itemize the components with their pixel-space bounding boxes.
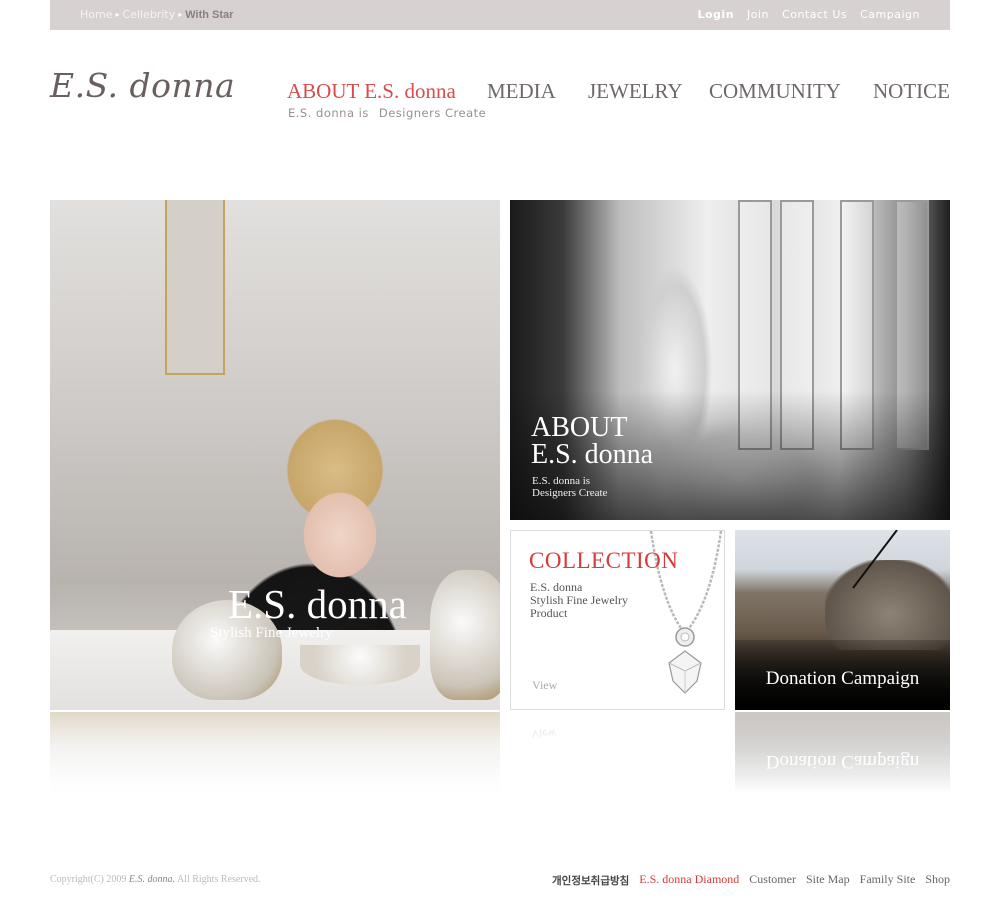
campaign-link[interactable]: Campaign bbox=[860, 8, 920, 21]
collection-reflection: View bbox=[510, 712, 725, 802]
nav-community[interactable]: COMMUNITY bbox=[709, 79, 841, 104]
collection-description: E.S. donna Stylish Fine Jewelry Product bbox=[530, 581, 628, 620]
donation-pole bbox=[852, 530, 898, 589]
hero-subtitle: Stylish Fine Jewelry bbox=[210, 625, 333, 641]
about-subtitle-line1: E.S. donna is bbox=[532, 475, 591, 487]
nav-media[interactable]: MEDIA bbox=[487, 79, 556, 104]
breadcrumb-cellebrity[interactable]: Cellebrity bbox=[123, 8, 176, 21]
nav-about[interactable]: ABOUT E.S. donna bbox=[287, 79, 456, 104]
breadcrumb: Home ▸ Cellebrity ▸ With Star bbox=[80, 8, 233, 21]
breadcrumb-current: With Star bbox=[185, 8, 234, 21]
logo[interactable]: E.S. donna bbox=[50, 66, 235, 105]
hero-teacup bbox=[300, 645, 420, 685]
nav-notice[interactable]: NOTICE bbox=[873, 79, 950, 104]
collection-card[interactable]: COLLECTION E.S. donna Stylish Fine Jewel… bbox=[510, 530, 725, 710]
footer-family-site-link[interactable]: Family Site bbox=[860, 872, 916, 888]
footer-shop-link[interactable]: Shop bbox=[925, 872, 950, 888]
copyright-brand: E.S. donna. bbox=[128, 874, 175, 885]
main-nav: ABOUT E.S. donna MEDIA JEWELRY COMMUNITY… bbox=[287, 79, 950, 103]
nav-submenu: E.S. donna is Designers Create bbox=[288, 106, 486, 120]
collection-desc-line3: Product bbox=[530, 606, 568, 620]
top-bar: Home ▸ Cellebrity ▸ With Star Login Join… bbox=[50, 0, 950, 30]
hero-title: E.S. donna bbox=[228, 581, 407, 627]
about-banner[interactable]: ABOUT E.S. donna E.S. donna is Designers… bbox=[510, 200, 950, 520]
submenu-designers-create[interactable]: Designers Create bbox=[379, 106, 486, 120]
donation-title: Donation Campaign bbox=[765, 668, 920, 689]
collection-view-reflection: View bbox=[531, 727, 557, 741]
hero-teapot-right bbox=[430, 570, 500, 700]
footer-links: 개인정보취급방침 E.S. donna Diamond Customer Sit… bbox=[552, 872, 950, 888]
breadcrumb-separator-icon: ▸ bbox=[115, 10, 120, 19]
copyright: Copyright(C) 2009 E.S. donna. All Rights… bbox=[50, 874, 261, 885]
about-title-line2: E.S. donna bbox=[531, 439, 654, 470]
footer-privacy-policy-link[interactable]: 개인정보취급방침 bbox=[552, 873, 629, 888]
collection-title: COLLECTION bbox=[529, 548, 679, 573]
donation-title-reflection: Donation Campaign bbox=[765, 751, 920, 772]
submenu-es-donna-is[interactable]: E.S. donna is bbox=[288, 106, 369, 120]
collection-view-link[interactable]: View bbox=[532, 678, 557, 693]
breadcrumb-home[interactable]: Home bbox=[80, 8, 112, 21]
about-subtitle-line2: Designers Create bbox=[532, 487, 608, 499]
hero-background-door bbox=[165, 200, 225, 375]
about-title-line1: ABOUT bbox=[531, 412, 628, 443]
login-link[interactable]: Login bbox=[697, 8, 734, 21]
hero-banner[interactable]: E.S. donna Stylish Fine Jewelry bbox=[50, 200, 500, 710]
about-title: ABOUT E.S. donna bbox=[531, 412, 654, 470]
breadcrumb-separator-icon: ▸ bbox=[178, 10, 183, 19]
footer-site-map-link[interactable]: Site Map bbox=[806, 872, 850, 888]
donation-reflection: Donation Campaign bbox=[735, 712, 950, 802]
hero-reflection bbox=[50, 712, 500, 802]
copyright-prefix: Copyright(C) 2009 bbox=[50, 874, 127, 885]
contact-us-link[interactable]: Contact Us bbox=[782, 8, 847, 21]
join-link[interactable]: Join bbox=[747, 8, 769, 21]
copyright-suffix: All Rights Reserved. bbox=[176, 874, 261, 885]
footer-es-donna-diamond-link[interactable]: E.S. donna Diamond bbox=[639, 872, 739, 888]
donation-campaign-banner[interactable]: Donation Campaign bbox=[735, 530, 950, 710]
top-links: Login Join Contact Us Campaign bbox=[697, 8, 920, 21]
about-subtitle: E.S. donna is Designers Create bbox=[532, 475, 607, 499]
nav-jewelry[interactable]: JEWELRY bbox=[588, 79, 683, 104]
footer-customer-link[interactable]: Customer bbox=[749, 872, 796, 888]
